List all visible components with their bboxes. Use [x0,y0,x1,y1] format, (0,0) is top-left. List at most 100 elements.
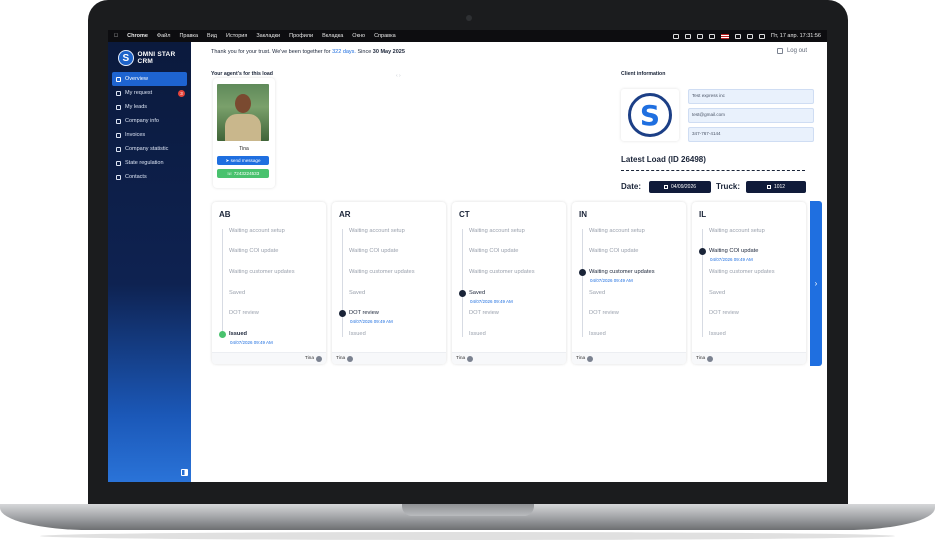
menu-item[interactable]: Закладки [256,33,280,39]
truck-pill[interactable]: 1012 [746,181,806,193]
status-dot [579,269,586,276]
agent-pager[interactable]: ‹ › [396,73,401,79]
search-icon[interactable] [758,33,765,39]
card-agent: Tina [456,356,466,361]
step-date: 04/07/2026 09:49 AM [350,319,393,324]
client-company-field[interactable]: Test express inc [688,89,814,104]
truck-value: 1012 [773,184,786,190]
sidebar-item-my-request[interactable]: My request 3 [112,86,187,100]
brand[interactable]: S OMNI STAR CRM [108,42,191,68]
status-icon[interactable] [696,33,703,39]
client-logo-mark: S [628,93,672,137]
card-agent: Tina [336,356,346,361]
agent-avatar-mini [467,355,474,362]
state-code: CT [459,210,470,219]
client-email-field[interactable]: test@gmail.com [688,108,814,123]
state-card[interactable]: IN Waiting account setup Waiting COI upd… [572,202,686,364]
flag-icon[interactable] [720,33,729,39]
apple-icon[interactable]:  [114,33,118,39]
timeline-step: Issued [469,331,486,337]
sidebar-item-state-regulation[interactable]: State regulation [112,156,187,170]
timeline-line [462,229,463,337]
date-pill[interactable]: 04/09/2026 [649,181,711,193]
status-icon[interactable] [684,33,691,39]
sidebar: S OMNI STAR CRM Overview My request 3 My… [108,42,191,482]
status-icon[interactable] [708,33,715,39]
state-card[interactable]: IL Waiting account setup Waiting COI upd… [692,202,806,364]
brand-logo: S [118,50,134,66]
sidebar-item-company-statistic[interactable]: Company statistic [112,142,187,156]
timeline-step: Issued [229,331,248,337]
timeline-step: Waiting COI update [349,248,399,254]
status-icon[interactable] [672,33,679,39]
sidebar-item-my-leads[interactable]: My leads [112,100,187,114]
status-dot [339,310,346,317]
timeline-step: Issued [589,331,606,337]
banner-since: Since [355,49,373,55]
timeline-step: Waiting COI update [469,248,519,254]
state-card[interactable]: AB Waiting account setup Waiting COI upd… [212,202,326,364]
banner-date: 30 May 2025 [372,49,405,55]
menu-item[interactable]: История [226,33,247,39]
card-footer: Tina [332,352,446,364]
agent-avatar-mini [347,355,354,362]
phone-button[interactable]: ☏ 7243224533 [217,169,269,178]
truck-icon [116,104,121,110]
menu-item[interactable]: Правка [179,33,198,39]
menu-item[interactable]: Файл [157,33,171,39]
card-agent: Tina [304,356,314,361]
card-agent: Tina [696,356,706,361]
wifi-icon[interactable] [746,33,753,39]
timeline-step: Waiting customer updates [349,269,415,275]
sidebar-item-contacts[interactable]: Contacts [112,170,187,184]
logout-label: Log out [786,48,807,54]
timeline-step: Waiting COI update [229,248,279,254]
send-message-button[interactable]: ➤ send message [217,156,269,165]
timeline-step: DOT review [469,310,499,316]
state-code: IN [579,210,587,219]
sidebar-item-company-info[interactable]: Company info [112,114,187,128]
divider [621,170,805,171]
menubar-app[interactable]: Chrome [127,33,148,39]
card-footer: Tina [452,352,566,364]
date-label: Date: [621,182,642,191]
menu-item[interactable]: Профили [289,33,313,39]
menu-item[interactable]: Окно [352,33,365,39]
menu-item[interactable]: Вид [207,33,217,39]
menu-item[interactable]: Вкладка [322,33,343,39]
phone-icon: ☏ [226,170,234,176]
timeline-line [342,229,343,337]
timeline-step: Waiting customer updates [229,269,295,275]
timeline-step: Waiting account setup [229,228,285,234]
status-dot [699,248,706,255]
next-states-button[interactable]: › [810,201,822,366]
client-phone-field[interactable]: 347-767-4144 [688,127,814,142]
sidebar-item-invoices[interactable]: Invoices [112,128,187,142]
avatar-body [225,114,261,141]
timeline-step: Waiting customer updates [589,269,655,275]
dollar-icon [116,132,121,138]
main-content: Thank you for your trust. We've been tog… [191,42,827,482]
sidebar-item-label: My request [125,90,153,96]
timeline-step: Saved [229,290,246,296]
logout-button[interactable]: Log out [776,48,807,54]
laptop-shadow [40,532,895,540]
battery-icon[interactable] [734,33,741,39]
timeline-step: Saved [349,290,366,296]
timeline-step: Waiting account setup [589,228,645,234]
welcome-banner: Thank you for your trust. We've been tog… [211,49,405,55]
sidebar-item-label: Overview [125,76,148,82]
state-code: IL [699,210,707,219]
collapse-sidebar-icon[interactable] [181,469,188,476]
sidebar-item-overview[interactable]: Overview [112,72,187,86]
clock[interactable]: Пт, 17 апр. 17:31:56 [771,33,821,39]
sidebar-item-label: Company statistic [125,146,169,152]
timeline-step: Waiting COI update [589,248,639,254]
timeline-step: Issued [709,331,726,337]
state-card[interactable]: AR Waiting account setup Waiting COI upd… [332,202,446,364]
menu-item[interactable]: Справка [374,33,396,39]
timeline-step: DOT review [349,310,379,316]
state-card[interactable]: CT Waiting account setup Waiting COI upd… [452,202,566,364]
phone-number: 7243224533 [233,171,260,176]
notification-badge: 3 [178,90,185,97]
